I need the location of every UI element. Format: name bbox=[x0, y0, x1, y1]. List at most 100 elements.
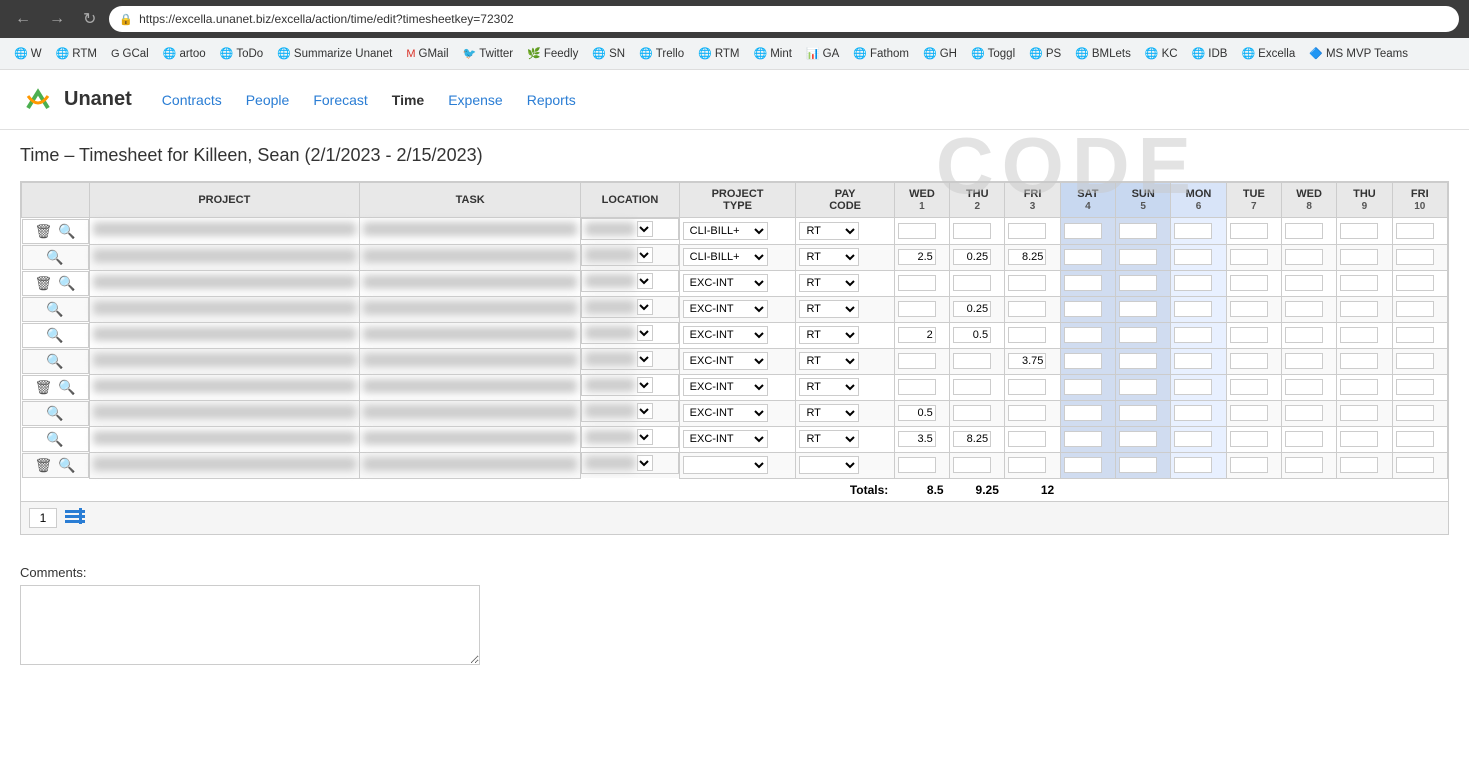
row-2-day-5-input[interactable] bbox=[1174, 275, 1212, 291]
row-2-search-button[interactable]: 🔍 bbox=[56, 274, 77, 293]
row-2-day-2-input[interactable] bbox=[1008, 275, 1046, 291]
row-6-delete-button[interactable]: 🗑 bbox=[32, 378, 54, 397]
row-1-day-4-input[interactable] bbox=[1119, 249, 1157, 265]
row-2-pay-code-select[interactable]: RT bbox=[799, 274, 859, 292]
bookmark-ps[interactable]: 🌐 PS bbox=[1023, 44, 1067, 63]
row-9-day-8-input[interactable] bbox=[1340, 457, 1378, 473]
row-3-day-7-input[interactable] bbox=[1285, 301, 1323, 317]
row-9-delete-button[interactable]: 🗑 bbox=[32, 456, 54, 475]
row-0-day-5-input[interactable] bbox=[1174, 223, 1212, 239]
refresh-button[interactable]: ↻ bbox=[78, 7, 101, 31]
row-4-day-0-input[interactable] bbox=[898, 327, 936, 343]
row-2-day-4-input[interactable] bbox=[1119, 275, 1157, 291]
row-9-day-6-input[interactable] bbox=[1230, 457, 1268, 473]
row-5-day-8-input[interactable] bbox=[1340, 353, 1378, 369]
row-1-day-2-input[interactable] bbox=[1008, 249, 1046, 265]
row-0-day-2-input[interactable] bbox=[1008, 223, 1046, 239]
row-6-search-button[interactable]: 🔍 bbox=[56, 378, 77, 397]
row-2-day-6-input[interactable] bbox=[1230, 275, 1268, 291]
row-4-pay-code-select[interactable]: RT bbox=[799, 326, 859, 344]
bookmark-w[interactable]: 🌐 W bbox=[8, 44, 48, 63]
add-row-button[interactable] bbox=[65, 508, 85, 527]
row-6-day-8-input[interactable] bbox=[1340, 379, 1378, 395]
row-3-search-button[interactable]: 🔍 bbox=[44, 300, 65, 319]
row-8-day-1-input[interactable] bbox=[953, 431, 991, 447]
nav-reports[interactable]: Reports bbox=[527, 92, 576, 108]
row-1-day-6-input[interactable] bbox=[1230, 249, 1268, 265]
row-5-day-5-input[interactable] bbox=[1174, 353, 1212, 369]
row-5-search-button[interactable]: 🔍 bbox=[44, 352, 65, 371]
bookmark-todo[interactable]: 🌐 ToDo bbox=[214, 44, 270, 63]
row-4-day-4-input[interactable] bbox=[1119, 327, 1157, 343]
row-9-pay-code-select[interactable] bbox=[799, 456, 859, 474]
row-4-day-6-input[interactable] bbox=[1230, 327, 1268, 343]
row-6-day-5-input[interactable] bbox=[1174, 379, 1212, 395]
row-7-search-button[interactable]: 🔍 bbox=[44, 404, 65, 423]
row-6-day-0-input[interactable] bbox=[898, 379, 936, 395]
row-7-day-2-input[interactable] bbox=[1008, 405, 1046, 421]
row-0-day-0-input[interactable] bbox=[898, 223, 936, 239]
row-4-day-3-input[interactable] bbox=[1064, 327, 1102, 343]
bookmark-gh[interactable]: 🌐 GH bbox=[917, 44, 963, 63]
row-0-project-type-select[interactable]: CLI-BILL+ bbox=[683, 222, 768, 240]
row-4-day-1-input[interactable] bbox=[953, 327, 991, 343]
row-9-day-4-input[interactable] bbox=[1119, 457, 1157, 473]
row-9-day-5-input[interactable] bbox=[1174, 457, 1212, 473]
bookmark-mint[interactable]: 🌐 Mint bbox=[748, 44, 798, 63]
row-4-day-5-input[interactable] bbox=[1174, 327, 1212, 343]
row-2-location-select[interactable] bbox=[637, 273, 653, 289]
row-4-day-2-input[interactable] bbox=[1008, 327, 1046, 343]
row-0-day-1-input[interactable] bbox=[953, 223, 991, 239]
row-2-day-3-input[interactable] bbox=[1064, 275, 1102, 291]
row-3-day-4-input[interactable] bbox=[1119, 301, 1157, 317]
row-1-day-3-input[interactable] bbox=[1064, 249, 1102, 265]
bookmark-rtm2[interactable]: 🌐 RTM bbox=[692, 44, 745, 63]
row-8-pay-code-select[interactable]: RT bbox=[799, 430, 859, 448]
row-3-location-select[interactable] bbox=[637, 299, 653, 315]
row-6-day-1-input[interactable] bbox=[953, 379, 991, 395]
row-0-location-select[interactable] bbox=[637, 221, 653, 237]
row-9-day-3-input[interactable] bbox=[1064, 457, 1102, 473]
row-1-search-button[interactable]: 🔍 bbox=[44, 248, 65, 267]
row-8-location-select[interactable] bbox=[637, 429, 653, 445]
row-4-day-8-input[interactable] bbox=[1340, 327, 1378, 343]
row-5-project-type-select[interactable]: EXC-INT bbox=[683, 352, 768, 370]
row-7-day-9-input[interactable] bbox=[1396, 405, 1434, 421]
row-9-day-1-input[interactable] bbox=[953, 457, 991, 473]
row-6-day-9-input[interactable] bbox=[1396, 379, 1434, 395]
row-0-delete-button[interactable]: 🗑 bbox=[32, 222, 54, 241]
row-9-project-type-select[interactable] bbox=[683, 456, 768, 474]
row-7-day-8-input[interactable] bbox=[1340, 405, 1378, 421]
page-number-input[interactable]: 1 bbox=[29, 508, 57, 528]
forward-button[interactable]: → bbox=[44, 8, 70, 30]
row-2-day-9-input[interactable] bbox=[1396, 275, 1434, 291]
row-5-day-2-input[interactable] bbox=[1008, 353, 1046, 369]
row-9-location-select[interactable] bbox=[637, 455, 653, 471]
row-8-day-4-input[interactable] bbox=[1119, 431, 1157, 447]
row-3-project-type-select[interactable]: EXC-INT bbox=[683, 300, 768, 318]
row-3-day-5-input[interactable] bbox=[1174, 301, 1212, 317]
row-5-day-4-input[interactable] bbox=[1119, 353, 1157, 369]
row-5-day-6-input[interactable] bbox=[1230, 353, 1268, 369]
row-3-day-9-input[interactable] bbox=[1396, 301, 1434, 317]
row-6-project-type-select[interactable]: EXC-INT bbox=[683, 378, 768, 396]
row-6-location-select[interactable] bbox=[637, 377, 653, 393]
row-1-day-8-input[interactable] bbox=[1340, 249, 1378, 265]
row-8-day-2-input[interactable] bbox=[1008, 431, 1046, 447]
row-0-day-4-input[interactable] bbox=[1119, 223, 1157, 239]
row-4-search-button[interactable]: 🔍 bbox=[44, 326, 65, 345]
bookmark-idb[interactable]: 🌐 IDB bbox=[1186, 44, 1234, 63]
nav-forecast[interactable]: Forecast bbox=[313, 92, 367, 108]
bookmark-ga[interactable]: 📊 GA bbox=[800, 44, 845, 63]
row-7-day-5-input[interactable] bbox=[1174, 405, 1212, 421]
comments-textarea[interactable] bbox=[20, 585, 480, 665]
row-2-day-0-input[interactable] bbox=[898, 275, 936, 291]
row-4-day-7-input[interactable] bbox=[1285, 327, 1323, 343]
row-6-day-6-input[interactable] bbox=[1230, 379, 1268, 395]
row-3-day-3-input[interactable] bbox=[1064, 301, 1102, 317]
row-1-day-0-input[interactable] bbox=[898, 249, 936, 265]
bookmark-sn[interactable]: 🌐 SN bbox=[586, 44, 631, 63]
row-2-delete-button[interactable]: 🗑 bbox=[32, 274, 54, 293]
row-3-day-6-input[interactable] bbox=[1230, 301, 1268, 317]
row-9-day-7-input[interactable] bbox=[1285, 457, 1323, 473]
